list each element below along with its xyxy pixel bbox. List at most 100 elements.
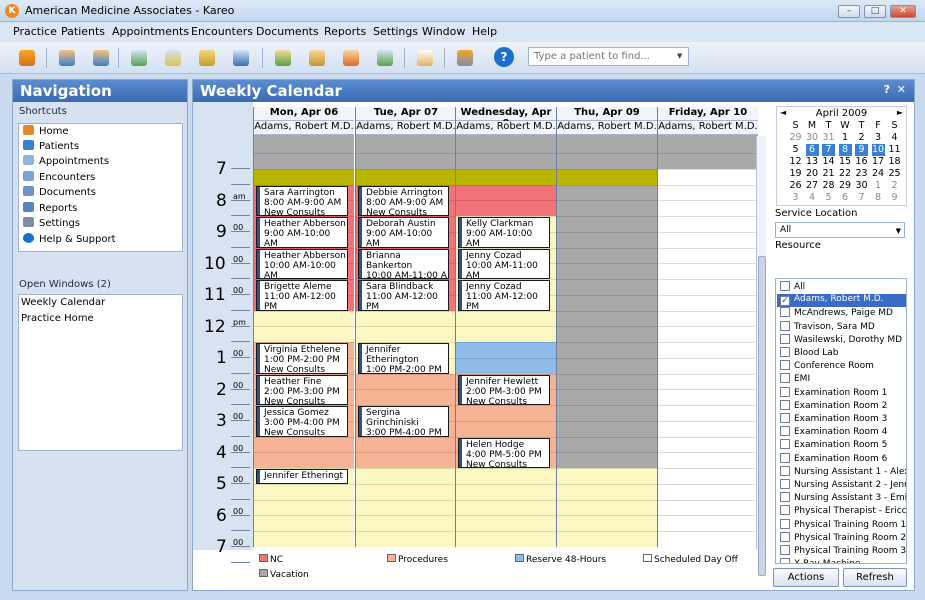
resource-item[interactable]: Examination Room 2 (777, 399, 906, 413)
calendar-day[interactable]: 17 (872, 156, 885, 168)
home-button[interactable] (16, 47, 38, 69)
calendar-day[interactable]: 5 (822, 192, 835, 204)
checkbox[interactable] (780, 531, 790, 542)
time-block[interactable] (254, 168, 354, 185)
day-column[interactable]: Mon, Apr 06 Adams, Robert M.D. Sara Aarrin… (253, 107, 354, 547)
day-header[interactable]: Thu, Apr 09 (557, 107, 657, 121)
day-header[interactable]: Tue, Apr 07 (356, 107, 456, 121)
next-month-arrow-icon[interactable]: ► (897, 108, 903, 117)
time-block[interactable] (456, 135, 556, 169)
calendar-day[interactable]: 9 (855, 144, 868, 156)
calendar-day[interactable]: 29 (839, 180, 852, 192)
resource-item[interactable]: Conference Room (777, 360, 906, 373)
checkbox[interactable] (780, 320, 790, 331)
calendar-day[interactable]: 12 (789, 156, 802, 168)
resource-item[interactable]: Examination Room 1 (777, 386, 906, 400)
scrollbar-thumb[interactable] (758, 256, 766, 576)
checkbox[interactable] (780, 558, 790, 563)
insurance-button[interactable] (374, 47, 396, 69)
checkbox[interactable]: ✓ (780, 296, 790, 307)
calendar-day[interactable]: 7 (822, 144, 835, 156)
appointment[interactable]: Brigette Aleme 11:00 AM-12:00 PM (256, 280, 348, 311)
day-header[interactable]: Mon, Apr 06 (254, 107, 354, 121)
checkbox[interactable] (780, 413, 790, 423)
checkbox[interactable] (780, 426, 790, 437)
appointment[interactable]: Debbie Arrington 8:00 AM-9:00 AM New Consu… (358, 185, 449, 216)
time-block[interactable] (658, 168, 758, 185)
add-encounter-button[interactable] (272, 47, 294, 69)
service-location-select[interactable]: All ▼ (775, 222, 905, 238)
calendar-day[interactable]: 27 (806, 180, 819, 192)
open-window-weekly-calendar[interactable]: Weekly Calendar (21, 297, 105, 311)
resource-item[interactable]: Travison, Sara MD (777, 320, 906, 334)
maximize-button[interactable]: □ (864, 5, 886, 18)
time-block[interactable] (557, 468, 657, 547)
appointment[interactable]: Jennifer Hewlett 2:00 PM-3:00 PM New Consu… (458, 374, 550, 405)
calendar-day[interactable]: 25 (888, 168, 901, 180)
resource-item[interactable]: Blood Lab (777, 347, 906, 360)
calendar-day[interactable]: 28 (822, 180, 835, 192)
appointment[interactable]: Deborah Austin 9:00 AM-10:00 AM (358, 217, 449, 248)
calendar-day[interactable]: 6 (805, 144, 819, 156)
shortcut-settings[interactable]: Settings (23, 217, 80, 231)
calendar-day[interactable]: 9 (888, 192, 901, 204)
shortcut-documents[interactable]: Documents (23, 186, 96, 200)
menu-reports[interactable]: Reports (324, 25, 366, 38)
menu-patients[interactable]: Patients (61, 25, 105, 38)
calendar-day[interactable]: 26 (789, 180, 802, 192)
resource-item[interactable]: Examination Room 6 (777, 452, 906, 466)
calendar-day[interactable]: 18 (888, 156, 901, 168)
resource-item[interactable]: Physical Therapist - Ericc (777, 505, 906, 518)
resource-item[interactable]: X-Ray Machine (777, 558, 906, 563)
day-column[interactable]: Wednesday, Apr 0Adams, Robert M.D. Kelly … (455, 107, 556, 547)
checkbox[interactable] (780, 333, 790, 344)
shortcut-appointments[interactable]: Appointments (23, 155, 109, 169)
calendar-day[interactable]: 23 (855, 168, 868, 180)
calendar-day[interactable]: 21 (822, 168, 835, 180)
checkbox[interactable] (780, 452, 790, 463)
appointment[interactable]: Heather Abberson 9:00 AM-10:00 AM (256, 217, 348, 248)
checkbox[interactable] (780, 347, 790, 357)
calendar-day[interactable]: 14 (822, 156, 835, 168)
calendar-day[interactable]: 8 (838, 144, 852, 156)
menu-encounters[interactable]: Encounters (191, 25, 253, 38)
time-block[interactable] (356, 135, 456, 169)
resource-item[interactable]: Examination Room 3 (777, 413, 906, 426)
day-header[interactable]: Friday, Apr 10 (658, 107, 758, 121)
shortcut-patients[interactable]: Patients (23, 140, 79, 154)
refresh-button[interactable]: Refresh (843, 568, 907, 587)
shortcut-reports[interactable]: Reports (23, 202, 77, 216)
calendar-day[interactable]: 4 (888, 132, 901, 144)
calendar-day[interactable]: 19 (789, 168, 802, 180)
actions-button[interactable]: Actions (773, 568, 839, 587)
chevron-down-icon[interactable]: ▼ (677, 52, 682, 60)
shortcut-home[interactable]: Home (23, 125, 69, 139)
appointment[interactable]: Heather Abberson 10:00 AM-10:00 AM (256, 248, 348, 279)
calendar-day[interactable]: 8 (872, 192, 885, 204)
calendar-day[interactable]: 30 (855, 180, 868, 192)
resource-item[interactable]: ✓ Adams, Robert M.D. (777, 294, 906, 308)
checkbox[interactable] (780, 492, 790, 503)
appointment[interactable]: Jennifer Etheringt (256, 469, 348, 484)
calendar-day[interactable]: 6 (839, 192, 852, 204)
time-block[interactable] (356, 468, 456, 547)
resource-item[interactable]: Physical Training Room 3 (777, 545, 906, 558)
appointment[interactable]: Kelly Clarkman 9:00 AM-10:00 AM (458, 217, 550, 248)
encounter-button[interactable] (306, 47, 328, 69)
calendar-day[interactable]: 31 (822, 132, 835, 144)
calendar-day[interactable]: 24 (872, 168, 885, 180)
calendar-day[interactable]: 15 (839, 156, 852, 168)
resource-item[interactable]: Nursing Assistant 1 - Alex (777, 465, 906, 479)
day-column[interactable]: Friday, Apr 10 Adams, Robert M.D. (657, 107, 758, 547)
resource-item[interactable]: Nursing Assistant 3 - Emil (777, 492, 906, 505)
calendar-day[interactable]: 2 (888, 180, 901, 192)
time-block[interactable] (557, 135, 657, 169)
checkbox[interactable] (780, 465, 790, 476)
resource-item[interactable]: Examination Room 5 (777, 439, 906, 452)
appointment[interactable]: Brianna Bankerton 10:00 AM-11:00 A (358, 248, 449, 279)
resource-item[interactable]: Examination Room 4 (777, 426, 906, 439)
menu-help[interactable]: Help (472, 25, 497, 38)
resource-item[interactable]: Wasilewski, Dorothy MD (777, 333, 906, 347)
appointment[interactable]: Jennifer Etherington 1:00 PM-2:00 PM (358, 343, 449, 374)
calendar-day[interactable]: 4 (806, 192, 819, 204)
